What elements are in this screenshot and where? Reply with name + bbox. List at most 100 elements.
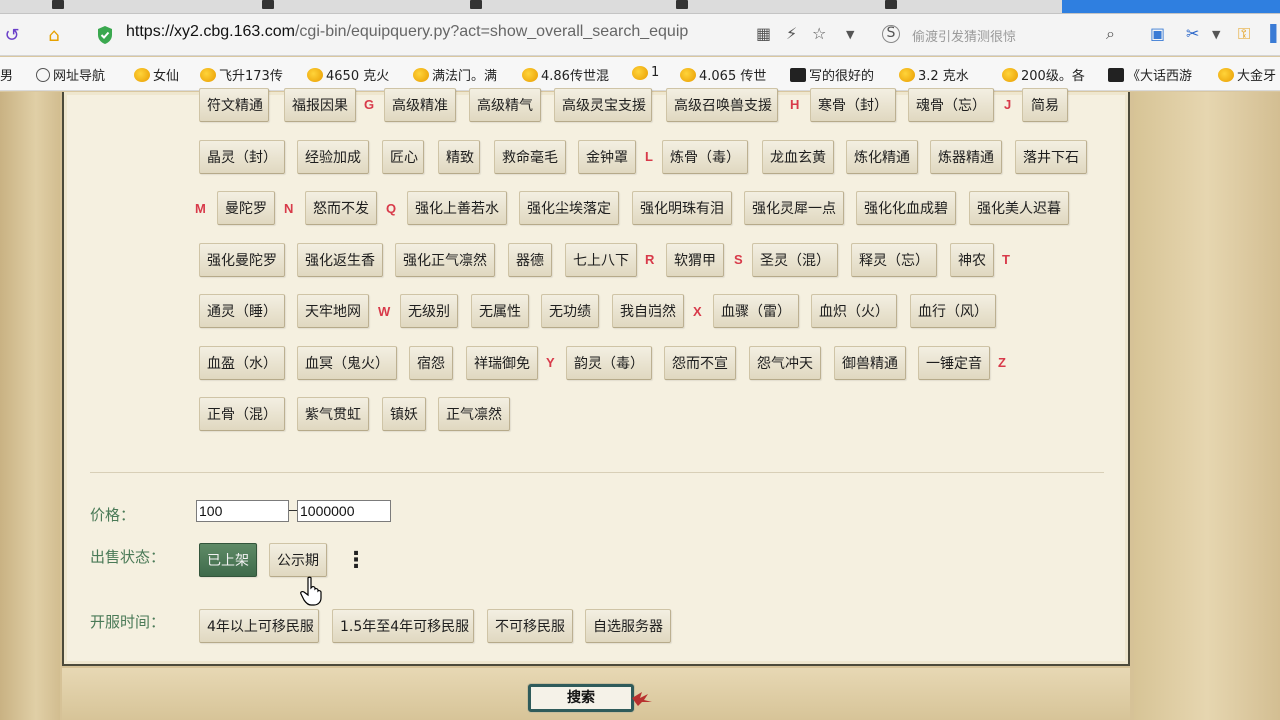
skill-tag[interactable]: 韵灵（毒）	[566, 346, 652, 380]
search-button[interactable]: 搜索	[528, 684, 634, 712]
skill-tag[interactable]: 落井下石	[1015, 140, 1087, 174]
skill-tag[interactable]: 高级精准	[384, 88, 456, 122]
tab-favicon[interactable]	[52, 0, 64, 9]
skill-tag[interactable]: 圣灵（混）	[752, 243, 838, 277]
bookmark-item[interactable]: 女仙	[134, 65, 179, 84]
skill-tag[interactable]: 御兽精通	[834, 346, 906, 380]
bookmark-item[interactable]: 网址导航	[36, 65, 105, 84]
server-option-button[interactable]: 不可移民服	[487, 609, 573, 643]
skill-tag[interactable]: 无级别	[400, 294, 458, 328]
skill-tag[interactable]: 符文精通	[199, 88, 269, 122]
status-listed-button[interactable]: 已上架	[199, 543, 257, 577]
skill-tag[interactable]: 强化曼陀罗	[199, 243, 285, 277]
bookmark-item[interactable]: 4.065 传世	[680, 65, 766, 84]
skill-tag[interactable]: 强化正气凛然	[395, 243, 495, 277]
skill-tag[interactable]: 释灵（忘）	[851, 243, 937, 277]
skill-tag[interactable]: 神农	[950, 243, 994, 277]
skill-tag[interactable]: 紫气贯虹	[297, 397, 369, 431]
skill-tag[interactable]: 血行（风）	[910, 294, 996, 328]
skill-tag[interactable]: 魂骨（忘）	[908, 88, 994, 122]
skill-tag[interactable]: 通灵（睡）	[199, 294, 285, 328]
skill-tag[interactable]: 高级精气	[469, 88, 541, 122]
skill-tag[interactable]: 怒而不发	[305, 191, 377, 225]
bookmark-item[interactable]: 《大话西游	[1108, 65, 1192, 84]
qr-icon[interactable]: ▦	[756, 24, 771, 43]
bookmark-item[interactable]: 满法门。满	[413, 65, 497, 84]
skill-tag[interactable]: 器德	[508, 243, 552, 277]
skill-tag[interactable]: 软猬甲	[666, 243, 724, 277]
skill-tag[interactable]: 经验加成	[297, 140, 369, 174]
skill-tag[interactable]: 精致	[438, 140, 480, 174]
skill-tag[interactable]: 正骨（混）	[199, 397, 285, 431]
skill-tag[interactable]: 匠心	[382, 140, 424, 174]
skill-tag[interactable]: 一锤定音	[918, 346, 990, 380]
scissors-icon[interactable]: ✂	[1186, 24, 1199, 43]
skill-tag[interactable]: 血炽（火）	[811, 294, 897, 328]
sidebar-icon[interactable]: ▣	[1150, 24, 1165, 43]
skill-tag[interactable]: 强化化血成碧	[856, 191, 956, 225]
browser-search-input[interactable]: 偷渡引发猜测很惊	[912, 26, 1016, 45]
skill-tag[interactable]: 强化返生香	[297, 243, 383, 277]
skill-tag[interactable]: 金钟罩	[578, 140, 636, 174]
bookmark-item[interactable]: 4650 克火	[307, 65, 389, 84]
more-options-icon[interactable]: ⋮	[345, 548, 367, 573]
server-option-button[interactable]: 4年以上可移民服	[199, 609, 319, 643]
skill-tag[interactable]: 高级灵宝支援	[554, 88, 652, 122]
skill-tag[interactable]: 救命毫毛	[494, 140, 566, 174]
skill-tag[interactable]: 我自岿然	[612, 294, 684, 328]
skill-tag[interactable]: 曼陀罗	[217, 191, 275, 225]
search-engine-icon[interactable]: S	[882, 25, 900, 43]
skill-tag[interactable]: 强化尘埃落定	[519, 191, 619, 225]
server-option-button[interactable]: 1.5年至4年可移民服	[332, 609, 474, 643]
bookmark-item[interactable]: 3.2 克水	[899, 65, 969, 84]
skill-tag[interactable]: 强化灵犀一点	[744, 191, 844, 225]
skill-tag[interactable]: 无属性	[471, 294, 529, 328]
bookmark-item[interactable]: 大金牙	[1218, 65, 1276, 84]
skill-tag[interactable]: 血骤（雷）	[713, 294, 799, 328]
extension-icon[interactable]: ▐	[1264, 24, 1276, 43]
skill-tag[interactable]: 怨气冲天	[749, 346, 821, 380]
skill-tag[interactable]: 炼骨（毒）	[662, 140, 748, 174]
price-max-input[interactable]: 1000000	[297, 500, 391, 522]
skill-tag[interactable]: 宿怨	[409, 346, 453, 380]
bookmark-item[interactable]: 男	[0, 65, 13, 84]
skill-tag[interactable]: 强化美人迟暮	[969, 191, 1069, 225]
bookmark-item[interactable]: 写的很好的	[790, 65, 874, 84]
skill-tag[interactable]: 强化上善若水	[407, 191, 507, 225]
skill-tag[interactable]: 高级召唤兽支援	[666, 88, 778, 122]
bookmark-item[interactable]: 飞升173传	[200, 65, 283, 84]
dropdown-arrow-icon[interactable]: ▼	[846, 28, 854, 41]
skill-tag[interactable]: 血冥（鬼火）	[297, 346, 397, 380]
bookmark-item[interactable]: 200级。各	[1002, 65, 1085, 84]
skill-tag[interactable]: 龙血玄黄	[762, 140, 834, 174]
skill-tag[interactable]: 无功绩	[541, 294, 599, 328]
skill-tag[interactable]: 炼化精通	[846, 140, 918, 174]
skill-tag[interactable]: 天牢地网	[297, 294, 369, 328]
url-field[interactable]: https://xy2.cbg.163.com/cgi-bin/equipque…	[126, 23, 688, 41]
price-min-input[interactable]: 100	[196, 500, 289, 522]
tab-favicon[interactable]	[676, 0, 688, 9]
bookmark-item[interactable]: 1	[632, 65, 659, 80]
skill-tag[interactable]: 血盈（水）	[199, 346, 285, 380]
active-tab[interactable]	[1062, 0, 1280, 13]
dropdown-arrow-icon[interactable]: ▼	[1212, 28, 1220, 41]
tab-favicon[interactable]	[262, 0, 274, 9]
home-icon[interactable]: ⌂	[42, 23, 66, 47]
skill-tag[interactable]: 强化明珠有泪	[632, 191, 732, 225]
tab-favicon[interactable]	[470, 0, 482, 9]
star-icon[interactable]: ☆	[812, 24, 826, 43]
skill-tag[interactable]: 福报因果	[284, 88, 356, 122]
skill-tag[interactable]: 七上八下	[565, 243, 637, 277]
bookmark-item[interactable]: 4.86传世混	[522, 65, 609, 84]
server-option-button[interactable]: 自选服务器	[585, 609, 671, 643]
skill-tag[interactable]: 简易	[1022, 88, 1068, 122]
key-icon[interactable]: ⚿	[1238, 24, 1250, 44]
skill-tag[interactable]: 晶灵（封）	[199, 140, 285, 174]
skill-tag[interactable]: 正气凛然	[438, 397, 510, 431]
status-public-button[interactable]: 公示期	[269, 543, 327, 577]
search-icon[interactable]: ⌕	[1106, 24, 1115, 44]
back-icon[interactable]: ↺	[0, 23, 24, 47]
lightning-icon[interactable]: ⚡	[786, 24, 797, 43]
skill-tag[interactable]: 寒骨（封）	[810, 88, 896, 122]
skill-tag[interactable]: 怨而不宣	[664, 346, 736, 380]
